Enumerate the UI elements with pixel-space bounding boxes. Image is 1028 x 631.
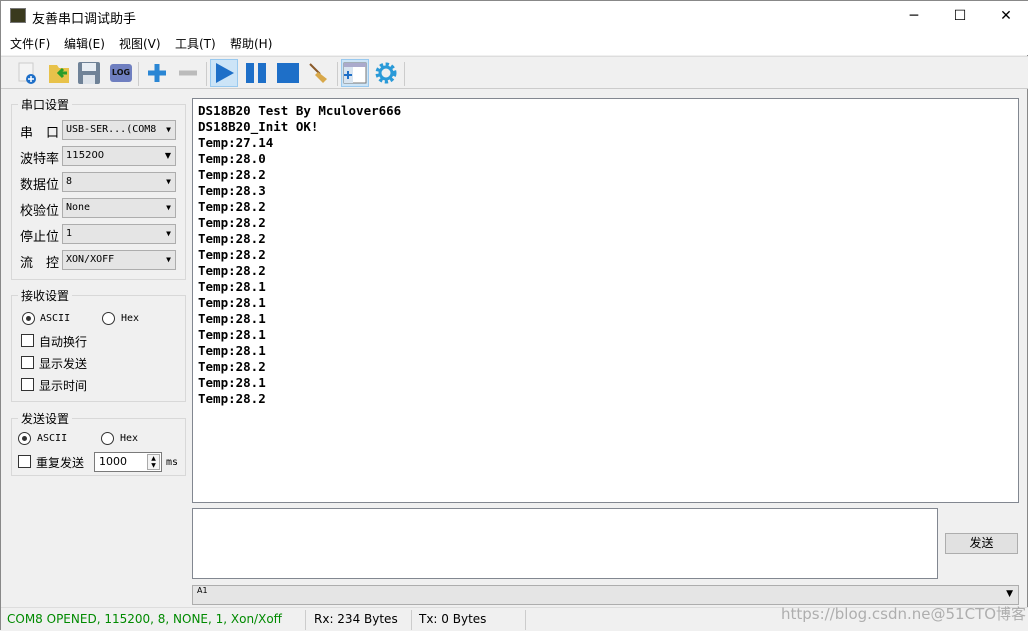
toolbar-separator — [404, 62, 405, 86]
databits-value: 8 — [66, 176, 73, 187]
open-folder-icon[interactable] — [45, 59, 73, 87]
send-settings-title: 发送设置 — [18, 410, 73, 427]
port-status: COM8 OPENED, 115200, 8, NONE, 1, Xon/Xof… — [7, 612, 282, 626]
baud-label: 波特率 — [20, 152, 60, 167]
toolbar-separator — [138, 62, 139, 86]
menu-file[interactable]: 文件(F) — [10, 35, 50, 52]
new-file-icon[interactable] — [13, 59, 41, 87]
send-history-value: A1 — [197, 586, 208, 595]
receive-textarea[interactable]: DS18B20 Test By Mculover666 DS18B20_Init… — [192, 98, 1019, 503]
rx-count: Rx: 234 Bytes — [314, 612, 398, 626]
stopbits-value: 1 — [66, 228, 73, 239]
send-button[interactable]: 发送 — [945, 533, 1018, 554]
receive-ascii-radio[interactable] — [22, 312, 35, 325]
receive-hex-label: Hex — [121, 313, 140, 324]
status-bar: COM8 OPENED, 115200, 8, NONE, 1, Xon/Xof… — [1, 605, 1028, 631]
show-time-checkbox[interactable] — [21, 378, 34, 391]
receive-hex-radio[interactable] — [102, 312, 115, 325]
clear-broom-icon[interactable] — [305, 59, 333, 87]
send-hex-radio[interactable] — [101, 432, 114, 445]
send-history-select[interactable]: A1 ▼ — [192, 585, 1019, 605]
chevron-down-icon: ▼ — [166, 255, 171, 264]
baud-value: 115200 — [66, 150, 105, 161]
baud-select[interactable]: 115200 ▼ — [62, 146, 176, 166]
window-title: 友善串口调试助手 — [32, 12, 137, 27]
interval-unit: ms — [166, 457, 179, 468]
start-icon[interactable] — [210, 59, 238, 87]
send-input[interactable] — [192, 508, 938, 579]
parity-select[interactable]: None ▼ — [62, 198, 176, 218]
parity-label: 校验位 — [20, 204, 60, 219]
flow-select[interactable]: XON/XOFF ▼ — [62, 250, 176, 270]
port-label: 串 口 — [20, 126, 60, 141]
stopbits-label: 停止位 — [20, 230, 60, 245]
serial-settings-title: 串口设置 — [18, 96, 73, 113]
repeat-send-checkbox[interactable] — [18, 455, 31, 468]
chevron-down-icon: ▼ — [164, 151, 171, 160]
repeat-send-label: 重复发送 — [36, 456, 85, 470]
save-icon[interactable] — [75, 59, 103, 87]
auto-wrap-label: 自动换行 — [39, 335, 88, 349]
chevron-down-icon: ▼ — [1006, 589, 1013, 599]
flow-value: XON/XOFF — [66, 254, 115, 265]
interval-value: 1000 — [99, 455, 127, 468]
stop-icon[interactable] — [274, 59, 302, 87]
menu-tools[interactable]: 工具(T) — [175, 35, 216, 52]
show-time-label: 显示时间 — [39, 379, 88, 393]
log-label: LOG — [110, 64, 132, 82]
close-button[interactable]: ✕ — [983, 1, 1028, 31]
status-divider — [525, 610, 526, 630]
maximize-button[interactable]: ☐ — [937, 1, 983, 31]
send-hex-label: Hex — [120, 433, 139, 444]
toolbar: LOG — [1, 56, 1028, 89]
chevron-down-icon: ▼ — [166, 177, 171, 186]
show-send-checkbox[interactable] — [21, 356, 34, 369]
log-icon[interactable]: LOG — [107, 59, 135, 87]
tx-count: Tx: 0 Bytes — [419, 612, 487, 626]
receive-settings-group — [11, 295, 186, 402]
pause-icon[interactable] — [242, 59, 270, 87]
send-ascii-radio[interactable] — [18, 432, 31, 445]
minimize-button[interactable]: ─ — [891, 1, 937, 31]
app-logo-icon — [10, 8, 26, 23]
menu-help[interactable]: 帮助(H) — [230, 35, 272, 52]
receive-settings-title: 接收设置 — [18, 287, 73, 304]
send-ascii-label: ASCII — [37, 433, 68, 444]
remove-icon[interactable] — [174, 59, 202, 87]
chevron-down-icon: ▼ — [166, 203, 171, 212]
chevron-down-icon: ▼ — [166, 229, 171, 238]
menu-view[interactable]: 视图(V) — [119, 35, 161, 52]
receive-ascii-label: ASCII — [40, 313, 71, 324]
show-send-label: 显示发送 — [39, 357, 88, 371]
menu-bar: 文件(F) 编辑(E) 视图(V) 工具(T) 帮助(H) — [1, 31, 1028, 55]
watermark: https://blog.csdn.ne@51CTO博客 — [781, 605, 1027, 623]
stopbits-select[interactable]: 1 ▼ — [62, 224, 176, 244]
menu-edit[interactable]: 编辑(E) — [64, 35, 105, 52]
toolbar-separator — [337, 62, 338, 86]
chevron-down-icon: ▼ — [166, 125, 171, 134]
settings-gear-icon[interactable] — [372, 59, 400, 87]
status-divider — [411, 610, 412, 630]
auto-wrap-checkbox[interactable] — [21, 334, 34, 347]
port-select[interactable]: USB-SER...(COM8 ▼ — [62, 120, 176, 140]
port-value: USB-SER...(COM8 — [66, 124, 157, 135]
title-bar: 友善串口调试助手 ─ ☐ ✕ — [1, 1, 1028, 31]
parity-value: None — [66, 202, 91, 213]
status-divider — [305, 610, 306, 630]
interval-stepper[interactable]: 1000 ▲ ▼ — [94, 452, 162, 472]
databits-select[interactable]: 8 ▼ — [62, 172, 176, 192]
layout-window-icon[interactable] — [341, 59, 369, 87]
flow-label: 流 控 — [20, 256, 60, 271]
databits-label: 数据位 — [20, 178, 60, 193]
add-icon[interactable] — [143, 59, 171, 87]
toolbar-separator — [206, 62, 207, 86]
spin-arrows-icon[interactable]: ▲ ▼ — [147, 454, 160, 470]
